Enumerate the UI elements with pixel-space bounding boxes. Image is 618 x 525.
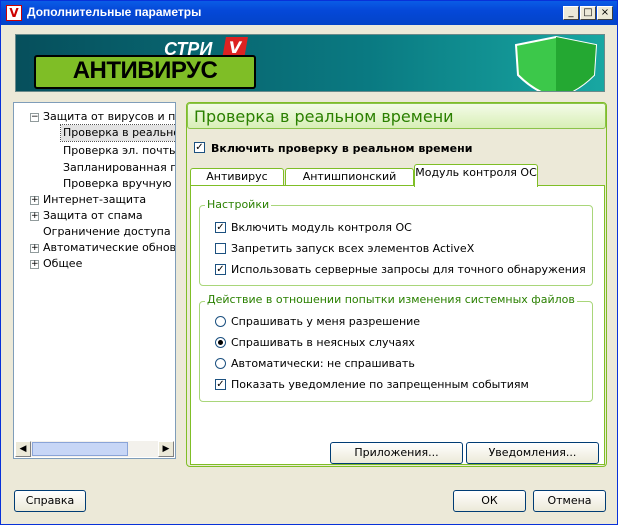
help-button[interactable]: Справка — [14, 490, 86, 512]
server-queries-label: Использовать серверные запросы для точно… — [231, 263, 586, 276]
ask-permission-radio[interactable] — [215, 316, 226, 327]
ask-permission-label: Спрашивать у меня разрешение — [231, 315, 421, 328]
enable-realtime-label: Включить проверку в реальном времени — [211, 142, 473, 155]
scroll-right-icon[interactable]: ▶ — [158, 441, 174, 457]
tab-label: Антивирус — [206, 170, 268, 183]
tree-item-access-limit[interactable]: Ограничение доступа — [43, 224, 171, 240]
activex-checkbox[interactable] — [215, 243, 226, 254]
product-banner: СТРИ V АНТИВИРУС — [15, 34, 605, 92]
tree-item-label: Запланированная пр — [63, 161, 176, 174]
ok-button[interactable]: ОК — [453, 490, 526, 512]
tree-item-label: Проверка вручную — [63, 177, 172, 190]
tree-item-label: Интернет-защита — [43, 193, 147, 206]
minimize-button[interactable]: _ — [563, 6, 579, 20]
tree-item-manual[interactable]: Проверка вручную — [63, 176, 172, 192]
logo-title: АНТИВИРУС — [34, 55, 256, 89]
close-button[interactable]: × — [597, 6, 613, 20]
server-queries-checkbox[interactable]: ✓ — [215, 264, 226, 275]
maximize-button[interactable]: □ — [580, 6, 596, 20]
tree-item-realtime[interactable]: Проверка в реальном — [59, 124, 176, 142]
tree-item-label: Проверка эл. почты — [63, 144, 176, 157]
ask-unclear-label: Спрашивать в неясных случаях — [231, 336, 415, 349]
tab-antispyware[interactable]: Антишпионский модуль — [285, 168, 414, 199]
applications-button[interactable]: Приложения... — [330, 442, 463, 464]
expand-icon[interactable]: + — [30, 244, 39, 253]
notifications-button[interactable]: Уведомления... — [466, 442, 599, 464]
scroll-left-icon[interactable]: ◀ — [15, 441, 31, 457]
auto-no-ask-radio[interactable] — [215, 358, 226, 369]
app-logo-icon: V — [6, 5, 22, 21]
panel-header: Проверка в реальном времени — [187, 103, 606, 129]
tree-item-label: Защита от спама — [43, 209, 143, 222]
horizontal-scrollbar[interactable]: ◀ ▶ — [15, 441, 174, 457]
os-control-checkbox[interactable]: ✓ — [215, 222, 226, 233]
tree-item-label: Ограничение доступа — [43, 225, 171, 238]
os-control-label: Включить модуль контроля ОС — [231, 221, 412, 234]
tab-antivirus[interactable]: Антивирус — [190, 168, 284, 186]
title-bar[interactable]: V Дополнительные параметры _ □ × — [1, 1, 617, 25]
scroll-thumb[interactable] — [32, 442, 128, 456]
settings-legend: Настройки — [205, 198, 272, 211]
dialog-window: V Дополнительные параметры _ □ × СТРИ V … — [0, 0, 618, 525]
collapse-icon[interactable]: − — [30, 113, 39, 122]
tab-os-control[interactable]: Модуль контроля ОС — [414, 164, 538, 187]
cancel-button[interactable]: Отмена — [533, 490, 606, 512]
enable-realtime-checkbox[interactable]: ✓ — [194, 142, 205, 153]
tree-item-label: Общее — [43, 257, 83, 270]
shield-icon — [514, 35, 598, 91]
tree-item-email-scan[interactable]: Проверка эл. почты — [63, 143, 176, 159]
tab-content: Настройки ✓ Включить модуль контроля ОС … — [190, 185, 605, 465]
tree-item-label: Проверка в реальном — [63, 126, 176, 139]
expand-icon[interactable]: + — [30, 212, 39, 221]
tree-item-label: Автоматические обновле — [43, 241, 176, 254]
tree-item-label: Защита от вирусов и прс — [43, 110, 176, 123]
notify-checkbox[interactable]: ✓ — [215, 379, 226, 390]
ask-unclear-radio[interactable] — [215, 337, 226, 348]
expand-icon[interactable]: + — [30, 260, 39, 269]
auto-no-ask-label: Автоматически: не спрашивать — [231, 357, 415, 370]
tree-item-scheduled[interactable]: Запланированная пр — [63, 160, 176, 176]
page-title: Проверка в реальном времени — [194, 107, 454, 126]
expand-icon[interactable]: + — [30, 196, 39, 205]
action-legend: Действие в отношении попытки изменения с… — [205, 293, 577, 306]
tab-label: Модуль контроля ОС — [415, 166, 537, 179]
notify-label: Показать уведомление по запрещенным собы… — [231, 378, 529, 391]
settings-tree[interactable]: − Защита от вирусов и прс Проверка в реа… — [13, 102, 176, 459]
window-title: Дополнительные параметры — [27, 5, 202, 19]
activex-label: Запретить запуск всех элементов ActiveX — [231, 242, 475, 255]
